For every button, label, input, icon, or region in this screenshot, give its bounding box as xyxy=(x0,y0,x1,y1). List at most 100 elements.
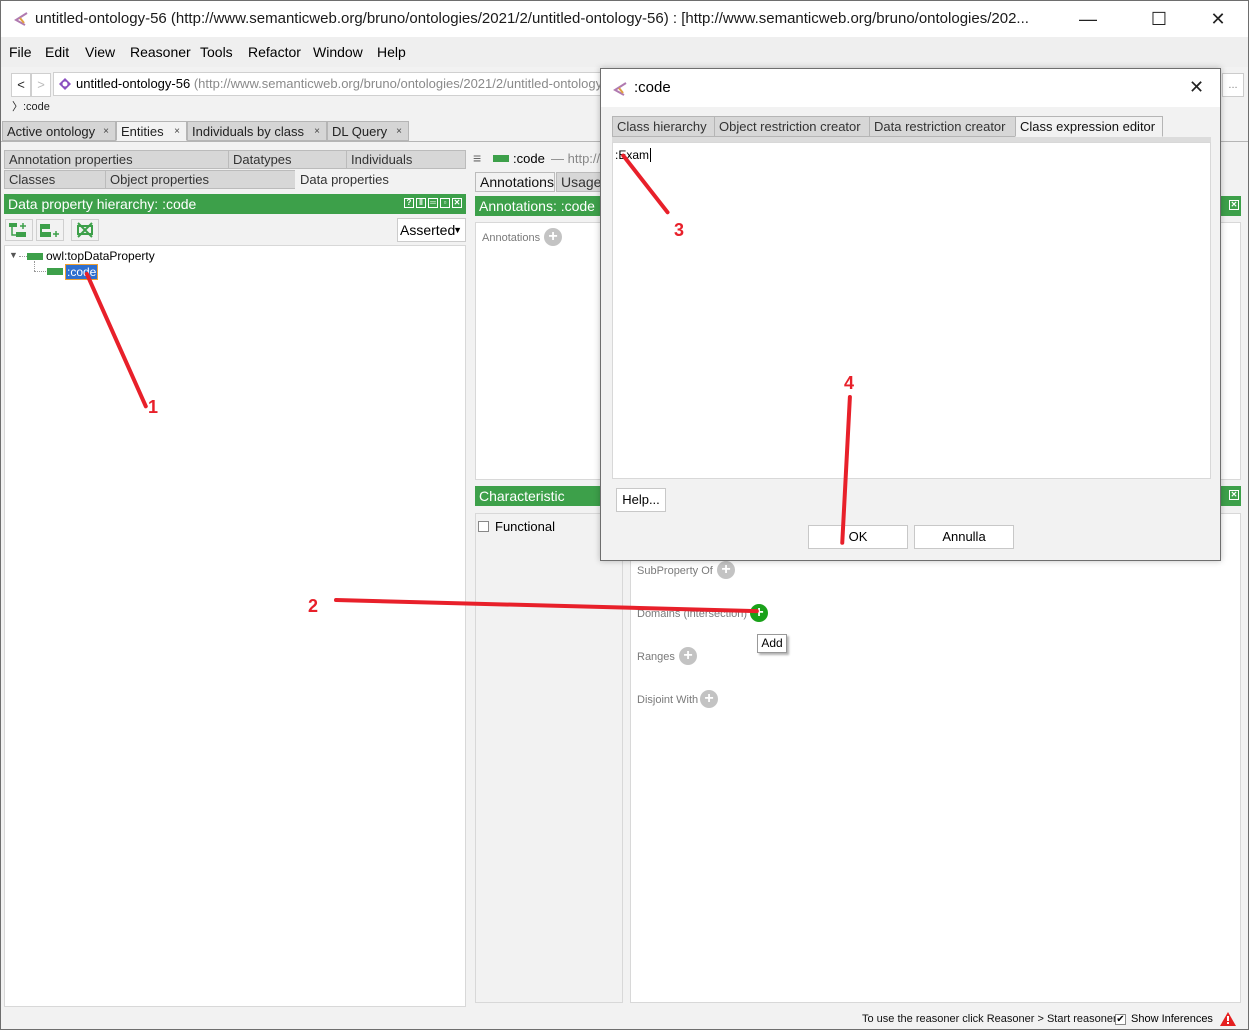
menu-bar: File Edit View Reasoner Tools Refactor W… xyxy=(1,37,1248,67)
menu-file[interactable]: File xyxy=(9,44,32,60)
add-annotation-button[interactable]: + xyxy=(544,228,562,246)
tab-class-hierarchy[interactable]: Class hierarchy xyxy=(612,116,715,137)
forward-button[interactable]: > xyxy=(31,73,51,97)
close-view-icon[interactable]: ✕ xyxy=(1229,490,1239,500)
tab-annotations[interactable]: Annotations xyxy=(475,172,555,192)
view-controls: ✕ xyxy=(1229,200,1239,210)
status-bar: To use the reasoner click Reasoner > Sta… xyxy=(862,1013,1117,1025)
tab-individuals[interactable]: Individuals xyxy=(346,150,466,169)
delete-property-button[interactable] xyxy=(71,219,99,241)
float-view-icon[interactable]: ▫ xyxy=(440,198,450,208)
annotation-number-2: 2 xyxy=(308,596,319,616)
data-property-icon xyxy=(47,268,63,275)
title-bar: untitled-ontology-56 (http://www.semanti… xyxy=(1,1,1248,37)
dialog-title: :code xyxy=(634,79,671,96)
ontology-address-field[interactable]: untitled-ontology-56 (http://www.semanti… xyxy=(53,72,615,96)
close-tab-icon[interactable]: × xyxy=(396,122,402,141)
close-icon: ✕ xyxy=(1210,8,1226,29)
ontology-iri: (http://www.semanticweb.org/bruno/ontolo… xyxy=(190,76,603,91)
menu-tools[interactable]: Tools xyxy=(200,44,233,60)
description-panel-header: ✕ xyxy=(1218,486,1241,506)
add-range-button[interactable]: + xyxy=(679,647,697,665)
breadcrumb: 〉:code xyxy=(12,101,50,113)
minimize-button[interactable]: — xyxy=(1065,1,1111,37)
tab-label: Active ontology xyxy=(7,124,96,139)
menu-refactor[interactable]: Refactor xyxy=(248,44,301,60)
cancel-button[interactable]: Annulla xyxy=(914,525,1014,549)
disjoint-with-label: Disjoint With xyxy=(637,694,699,706)
tab-individuals-by-class[interactable]: Individuals by class × xyxy=(187,121,327,141)
data-property-icon xyxy=(27,253,43,260)
view-mode-select[interactable]: Asserted ▼ xyxy=(397,218,466,242)
add-tooltip: Add xyxy=(757,634,787,653)
add-subproperty-icon xyxy=(9,223,26,237)
breadcrumb-item[interactable]: :code xyxy=(23,101,50,113)
tab-entities[interactable]: Entities × xyxy=(116,121,187,141)
tree-connector xyxy=(34,271,46,272)
functional-checkbox[interactable] xyxy=(478,521,489,532)
ontology-icon xyxy=(59,78,71,90)
close-dialog-button[interactable]: ✕ xyxy=(1189,77,1204,98)
class-expression-dialog: :code ✕ Class hierarchy Object restricti… xyxy=(600,68,1221,561)
view-controls: ? ‖ ═ ▫ ✕ xyxy=(404,198,462,208)
add-sibling-property-button[interactable] xyxy=(36,219,64,241)
tab-class-expression-editor[interactable]: Class expression editor xyxy=(1015,116,1163,137)
view-controls: ✕ xyxy=(1229,490,1239,500)
protege-logo-icon xyxy=(14,12,28,26)
tree-connector xyxy=(34,261,35,271)
help-view-icon[interactable]: ? xyxy=(404,198,414,208)
menu-window[interactable]: Window xyxy=(313,44,363,60)
status-message: To use the reasoner click Reasoner > Sta… xyxy=(862,1013,1117,1025)
tab-annotation-properties[interactable]: Annotation properties xyxy=(4,150,229,169)
delete-icon xyxy=(77,222,93,238)
close-window-button[interactable]: ✕ xyxy=(1195,1,1241,37)
hamburger-menu-icon[interactable]: ≡ xyxy=(473,150,481,166)
tab-object-properties[interactable]: Object properties xyxy=(105,170,296,189)
menu-help[interactable]: Help xyxy=(377,44,406,60)
split-horizontal-icon[interactable]: ═ xyxy=(428,198,438,208)
tab-dl-query[interactable]: DL Query × xyxy=(327,121,409,141)
tab-data-properties[interactable]: Data properties xyxy=(295,170,466,189)
expand-triangle-icon[interactable]: ▼ xyxy=(9,250,18,260)
menu-reasoner[interactable]: Reasoner xyxy=(130,44,191,60)
dialog-title-bar: :code ✕ xyxy=(601,69,1220,107)
data-property-icon xyxy=(493,155,509,162)
add-domain-button[interactable]: + xyxy=(750,604,768,622)
close-tab-icon[interactable]: × xyxy=(174,122,180,141)
add-disjoint-button[interactable]: + xyxy=(700,690,718,708)
close-view-icon[interactable]: ✕ xyxy=(452,198,462,208)
help-button[interactable]: Help... xyxy=(616,488,666,512)
tab-object-restriction-creator[interactable]: Object restriction creator xyxy=(714,116,870,137)
window-title: untitled-ontology-56 (http://www.semanti… xyxy=(35,10,1029,27)
tree-node-top-data-property[interactable]: owl:topDataProperty xyxy=(46,249,155,263)
subproperty-of-label: SubProperty Of xyxy=(637,565,713,577)
menu-view[interactable]: View xyxy=(85,44,115,60)
tab-datatypes[interactable]: Datatypes xyxy=(228,150,347,169)
add-subproperty-of-button[interactable]: + xyxy=(717,561,735,579)
maximize-button[interactable]: ☐ xyxy=(1136,1,1182,37)
tab-classes[interactable]: Classes xyxy=(4,170,106,189)
tab-label: Individuals by class xyxy=(192,124,304,139)
tab-active-ontology[interactable]: Active ontology × xyxy=(2,121,116,141)
entity-iri: — http:// xyxy=(551,151,601,166)
characteristics-panel: Functional xyxy=(475,513,623,1003)
close-tab-icon[interactable]: × xyxy=(103,122,109,141)
tab-data-restriction-creator[interactable]: Data restriction creator xyxy=(869,116,1016,137)
functional-label: Functional xyxy=(495,519,555,534)
annotations-label: Annotations xyxy=(482,232,541,244)
class-expression-input[interactable]: :Exam xyxy=(612,142,1211,479)
menu-edit[interactable]: Edit xyxy=(45,44,69,60)
back-button[interactable]: < xyxy=(11,73,31,97)
warning-icon[interactable] xyxy=(1220,1012,1236,1026)
more-button[interactable]: ... xyxy=(1222,73,1244,97)
close-view-icon[interactable]: ✕ xyxy=(1229,200,1239,210)
add-subproperty-button[interactable] xyxy=(5,219,33,241)
ontology-name: untitled-ontology-56 xyxy=(76,76,191,91)
split-vertical-icon[interactable]: ‖ xyxy=(416,198,426,208)
show-inferences-checkbox[interactable]: ✔ xyxy=(1115,1014,1126,1025)
minimize-icon: — xyxy=(1079,8,1097,29)
tree-node-code[interactable]: :code xyxy=(64,264,99,280)
annotations-title: Annotations: :code xyxy=(479,198,595,214)
ok-button[interactable]: OK xyxy=(808,525,908,549)
close-tab-icon[interactable]: × xyxy=(314,122,320,141)
